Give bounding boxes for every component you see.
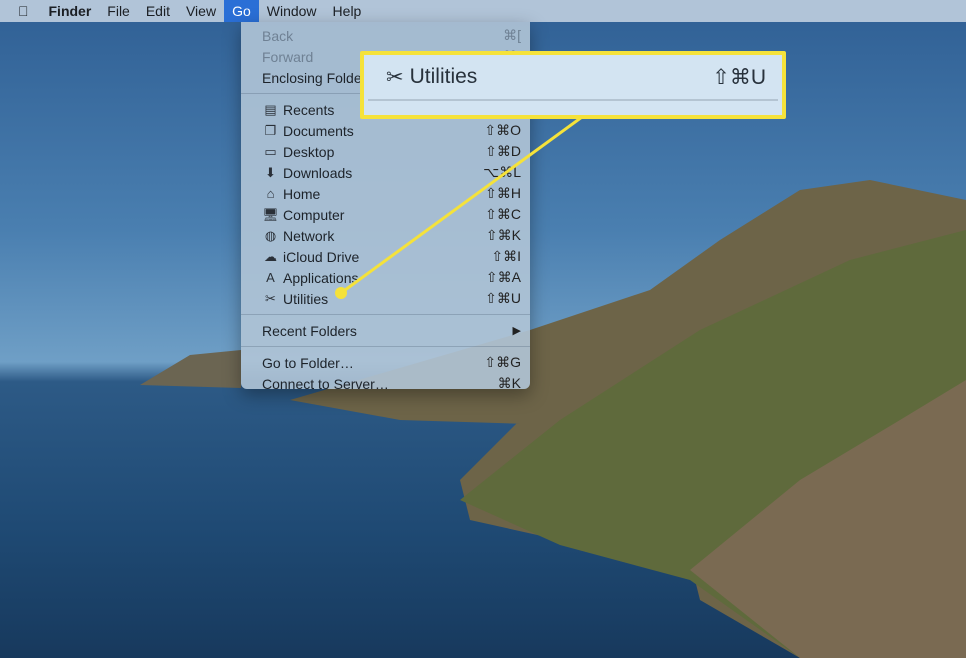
- utilities-callout: ✂ Utilities ⇧⌘U: [360, 51, 786, 119]
- callout-label: Utilities: [409, 65, 478, 88]
- utilities-icon: ✂: [386, 65, 404, 89]
- callout-shortcut: ⇧⌘U: [712, 65, 766, 89]
